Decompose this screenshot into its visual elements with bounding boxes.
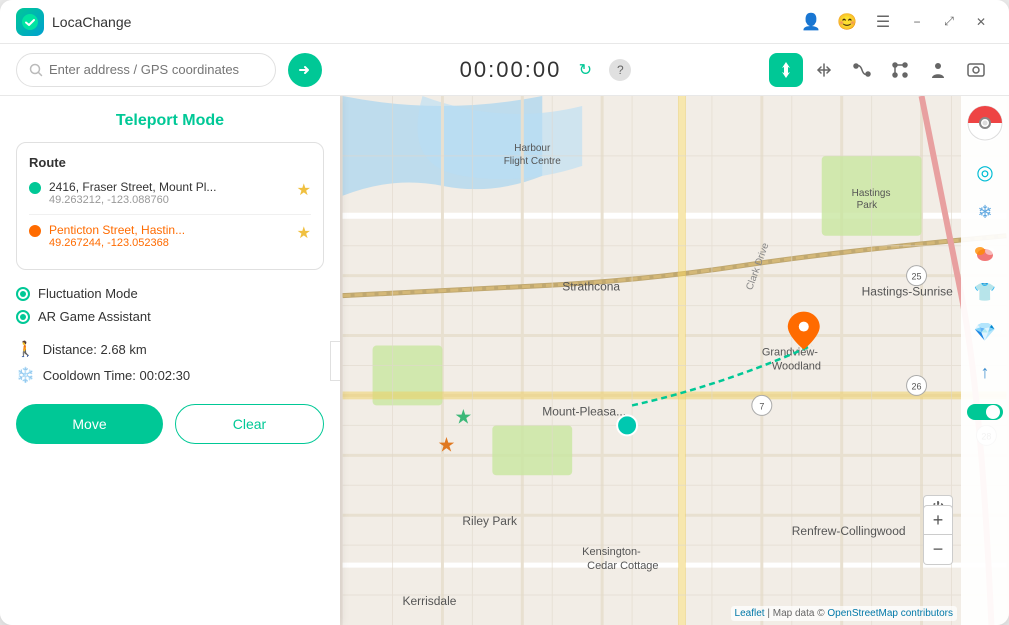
side-panel: Teleport Mode Route 2416, Fraser Street,… xyxy=(0,96,340,625)
toolbar: 00:00:00 ↻ ? xyxy=(0,44,1009,96)
cooldown-icon: ❄️ xyxy=(16,366,35,384)
emoji-icon[interactable]: 😊 xyxy=(833,8,861,36)
svg-text:Hastings-Sunrise: Hastings-Sunrise xyxy=(862,285,953,299)
main-content: Teleport Mode Route 2416, Fraser Street,… xyxy=(0,96,1009,625)
stats-section: 🚶 Distance: 2.68 km ❄️ Cooldown Time: 00… xyxy=(16,340,324,384)
option-fluctuation: Fluctuation Mode xyxy=(16,286,324,301)
option-ar: AR Game Assistant xyxy=(16,309,324,324)
avatar-button[interactable]: 👕 xyxy=(967,274,1003,310)
zoom-controls: + − xyxy=(923,505,953,565)
distance-label: Distance: 2.68 km xyxy=(43,342,147,357)
search-icon xyxy=(29,63,43,77)
route-item-end: Penticton Street, Hastin... 49.267244, -… xyxy=(29,223,311,249)
zoom-out-button[interactable]: − xyxy=(923,535,953,565)
route-coords-start: 49.263212, -123.088760 xyxy=(49,194,289,206)
app-logo xyxy=(16,8,44,36)
location-target-button[interactable]: ◎ xyxy=(967,154,1003,190)
attribution-text: Map data © xyxy=(773,608,825,619)
mode-icons xyxy=(769,53,993,87)
svg-text:Park: Park xyxy=(857,200,878,211)
pokeball-button[interactable] xyxy=(966,104,1004,142)
leaflet-link[interactable]: Leaflet xyxy=(735,608,765,619)
svg-text:★: ★ xyxy=(437,434,455,456)
mode-multipoint-button[interactable] xyxy=(883,53,917,87)
right-sidebar: ◎ ❄ 👕 💎 ↑ xyxy=(961,96,1009,625)
close-button[interactable]: ✕ xyxy=(969,10,993,34)
toggle-button[interactable] xyxy=(967,394,1003,430)
search-box xyxy=(16,53,276,87)
route-name-start: 2416, Fraser Street, Mount Pl... xyxy=(49,180,289,194)
search-go-button[interactable] xyxy=(288,53,322,87)
menu-icon[interactable]: ☰ xyxy=(869,8,897,36)
route-coords-end: 49.267244, -123.052368 xyxy=(49,237,289,249)
stat-distance: 🚶 Distance: 2.68 km xyxy=(16,340,324,358)
map-container[interactable]: Hastings-Sunrise Strathcona Grandview- W… xyxy=(340,96,1009,625)
svg-text:Flight Centre: Flight Centre xyxy=(504,156,562,167)
clear-button[interactable]: Clear xyxy=(175,404,324,444)
svg-text:26: 26 xyxy=(912,381,922,391)
svg-text:Renfrew-Collingwood: Renfrew-Collingwood xyxy=(792,524,906,538)
paint-button[interactable] xyxy=(967,234,1003,270)
timer-help-button[interactable]: ? xyxy=(609,59,631,81)
route-item-start: 2416, Fraser Street, Mount Pl... 49.2632… xyxy=(29,180,311,206)
svg-text:Kerrisdale: Kerrisdale xyxy=(403,594,457,608)
route-dot-start xyxy=(29,182,41,194)
search-input[interactable] xyxy=(49,62,263,77)
move-button[interactable]: Move xyxy=(16,404,163,444)
route-star-end[interactable]: ★ xyxy=(297,223,311,243)
svg-text:Grandview-: Grandview- xyxy=(762,347,818,359)
mode-teleport-button[interactable] xyxy=(769,53,803,87)
panel-collapse-button[interactable]: ‹ xyxy=(330,341,340,381)
svg-text:7: 7 xyxy=(759,401,764,411)
stat-cooldown: ❄️ Cooldown Time: 00:02:30 xyxy=(16,366,324,384)
route-star-start[interactable]: ★ xyxy=(297,180,311,200)
distance-icon: 🚶 xyxy=(16,340,35,358)
timer-refresh-button[interactable]: ↻ xyxy=(571,56,599,84)
map-attribution: Leaflet | Map data © OpenStreetMap contr… xyxy=(731,606,957,621)
svg-text:Woodland: Woodland xyxy=(772,360,821,372)
mode-route-button[interactable] xyxy=(845,53,879,87)
mode-person-button[interactable] xyxy=(921,53,955,87)
timer-section: 00:00:00 ↻ ? xyxy=(334,56,757,84)
route-name-end: Penticton Street, Hastin... xyxy=(49,223,289,237)
option-label-ar: AR Game Assistant xyxy=(38,309,151,324)
svg-text:★: ★ xyxy=(454,406,472,428)
options-section: Fluctuation Mode AR Game Assistant xyxy=(16,286,324,324)
profile-icon[interactable]: 👤 xyxy=(797,8,825,36)
route-dot-end xyxy=(29,225,41,237)
route-info-end: Penticton Street, Hastin... 49.267244, -… xyxy=(49,223,289,249)
option-dot-fluctuation xyxy=(16,287,30,301)
zoom-in-button[interactable]: + xyxy=(923,505,953,535)
svg-text:Strathcona: Strathcona xyxy=(562,280,620,294)
action-buttons: Move Clear xyxy=(16,404,324,444)
app-title: LocaChange xyxy=(52,14,797,30)
snowflake-button[interactable]: ❄ xyxy=(967,194,1003,230)
mode-screenshot-button[interactable] xyxy=(959,53,993,87)
svg-text:Riley Park: Riley Park xyxy=(462,514,517,528)
panel-title: Teleport Mode xyxy=(16,112,324,130)
svg-text:Mount-Pleasa...: Mount-Pleasa... xyxy=(542,404,626,418)
map-svg: Hastings-Sunrise Strathcona Grandview- W… xyxy=(340,96,1009,625)
svg-text:Harbour: Harbour xyxy=(514,143,551,154)
route-info-start: 2416, Fraser Street, Mount Pl... 49.2632… xyxy=(49,180,289,206)
reward-button[interactable]: 💎 xyxy=(967,314,1003,350)
option-dot-ar xyxy=(16,310,30,324)
svg-text:25: 25 xyxy=(912,272,922,282)
window-controls: 👤 😊 ☰ − ⤢ ✕ xyxy=(797,8,993,36)
svg-text:Cedar Cottage: Cedar Cottage xyxy=(587,560,658,572)
route-label: Route xyxy=(29,155,311,170)
minimize-button[interactable]: − xyxy=(905,10,929,34)
send-button[interactable]: ↑ xyxy=(967,354,1003,390)
route-section: Route 2416, Fraser Street, Mount Pl... 4… xyxy=(16,142,324,270)
timer-display: 00:00:00 xyxy=(460,57,562,83)
mode-move-button[interactable] xyxy=(807,53,841,87)
osm-link[interactable]: OpenStreetMap contributors xyxy=(827,608,953,619)
svg-text:Kensington-: Kensington- xyxy=(582,546,641,558)
route-divider xyxy=(29,214,311,215)
maximize-button[interactable]: ⤢ xyxy=(937,10,961,34)
cooldown-label: Cooldown Time: 00:02:30 xyxy=(43,368,190,383)
title-bar: LocaChange 👤 😊 ☰ − ⤢ ✕ xyxy=(0,0,1009,44)
svg-text:Hastings: Hastings xyxy=(852,188,891,199)
option-label-fluctuation: Fluctuation Mode xyxy=(38,286,138,301)
